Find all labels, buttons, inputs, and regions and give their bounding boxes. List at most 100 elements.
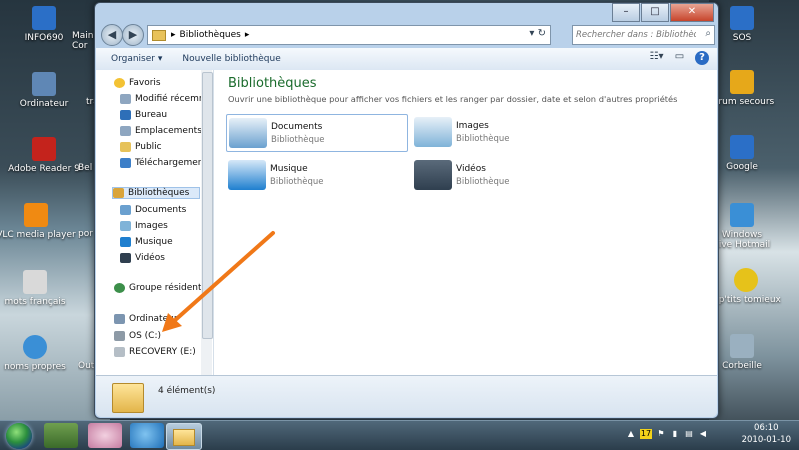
folder-icon (152, 29, 166, 41)
desktop-icon-label: VLC media player (0, 230, 76, 240)
clock-time: 06:10 (754, 423, 779, 433)
tray-expand-icon[interactable]: ▲ (626, 429, 636, 439)
scrollbar-thumb[interactable] (202, 72, 213, 339)
address-bar[interactable]: ▸ Bibliothèques ▸ ▾ ↻ (147, 25, 551, 45)
taskbar-app-1[interactable] (44, 423, 78, 448)
forward-button[interactable]: ▶ (122, 24, 144, 46)
nav-public[interactable]: Public (120, 142, 162, 152)
refresh-icon[interactable]: ▾ ↻ (529, 28, 546, 39)
internet-explorer-icon[interactable] (130, 423, 164, 448)
folder-icon (112, 383, 144, 413)
system-tray: ▲ 17 ⚑ ▮ ▤ ◀ (626, 429, 708, 439)
desktop-icon-mots-francais[interactable]: mots français (0, 270, 79, 307)
nav-homegroup[interactable]: Groupe résidentiel (114, 283, 212, 293)
maximize-button[interactable]: □ (641, 3, 669, 22)
recycle-bin-icon (730, 334, 754, 358)
nav-computer[interactable]: Ordinateur (114, 314, 178, 324)
help-icon[interactable]: ? (695, 51, 709, 65)
tray-device-icon[interactable]: ▮ (670, 429, 680, 439)
library-name: Musique (270, 163, 308, 174)
windows-live-icon (730, 203, 754, 227)
drive-icon (114, 331, 125, 341)
desktop-icon (120, 110, 131, 120)
nav-drive-c[interactable]: OS (C:) (114, 331, 161, 341)
nav-lib-music[interactable]: Musique (120, 237, 173, 247)
folder-icon (120, 142, 131, 152)
nav-drive-e[interactable]: RECOVERY (E:) (114, 347, 196, 357)
clock[interactable]: 06:10 2010-01-10 (742, 423, 791, 445)
desktop-icon-label: Windows Live Hotmail (713, 230, 771, 250)
clock-date: 2010-01-10 (741, 435, 791, 445)
start-button[interactable] (6, 423, 32, 449)
library-tile-images[interactable]: Images Bibliothèque (412, 114, 592, 150)
recent-places-icon (120, 126, 131, 136)
desktop-icon-noms-propres[interactable]: noms propres (0, 335, 79, 372)
library-name: Vidéos (456, 163, 486, 174)
nav-desktop[interactable]: Bureau (120, 110, 167, 120)
shortcut-icon (730, 135, 754, 159)
preview-pane-icon[interactable]: ▭ (672, 51, 687, 65)
page-subtitle: Ouvrir une bibliothèque pour afficher vo… (228, 94, 678, 104)
library-name: Documents (271, 121, 323, 132)
videos-icon (120, 253, 131, 263)
library-icon (113, 188, 124, 198)
close-button[interactable]: ✕ (670, 3, 714, 22)
title-buttons: – □ ✕ (611, 3, 714, 22)
download-icon (120, 158, 131, 168)
shortcut-icon (32, 6, 56, 30)
library-tile-music[interactable]: Musique Bibliothèque (226, 157, 406, 193)
library-name: Images (456, 120, 489, 131)
taskbar-app-2[interactable] (88, 423, 122, 448)
partial-label: Main Cor (72, 31, 94, 51)
search-input[interactable] (573, 26, 698, 44)
folder-icon (173, 429, 195, 446)
videos-icon (414, 160, 452, 190)
library-tile-videos[interactable]: Vidéos Bibliothèque (412, 157, 592, 193)
page-title: Bibliothèques (228, 76, 317, 91)
nav-lib-documents[interactable]: Documents (120, 205, 186, 215)
nav-lib-videos[interactable]: Vidéos (120, 253, 165, 263)
documents-icon (120, 205, 131, 215)
navigation-pane: Favoris Modifié récemment Bureau Emplace… (96, 70, 214, 375)
tray-badge[interactable]: 17 (640, 429, 652, 439)
nav-recent-places[interactable]: Emplacements réc (120, 126, 213, 136)
desktop-icon-adobe-reader[interactable]: Adobe Reader 9 (0, 137, 88, 174)
address-separator-trailing[interactable]: ▸ (245, 30, 250, 40)
library-type: Bibliothèque (271, 134, 325, 145)
desktop-icon-label: Ordinateur (19, 99, 69, 109)
desktop-icon-ordinateur[interactable]: Ordinateur (0, 72, 88, 109)
music-icon (228, 160, 266, 190)
nav-recent[interactable]: Modifié récemment (120, 94, 213, 104)
search-box[interactable]: ⌕ (572, 25, 715, 45)
organize-button[interactable]: Organiser ▾ (111, 54, 162, 64)
tray-volume-icon[interactable]: ◀ (698, 429, 708, 439)
nav-libraries[interactable]: Bibliothèques (112, 187, 201, 199)
desktop-icon-label: Adobe Reader 9 (8, 164, 80, 174)
vlc-icon (24, 203, 48, 227)
tray-network-icon[interactable]: ▤ (684, 429, 694, 439)
search-icon[interactable]: ⌕ (705, 28, 711, 39)
recent-icon (120, 94, 131, 104)
view-options-icon[interactable]: ☷▾ (649, 51, 664, 65)
nav-favorites[interactable]: Favoris (114, 78, 161, 88)
desktop-icon-label: noms propres (4, 362, 66, 372)
nav-lib-images[interactable]: Images (120, 221, 168, 231)
new-library-button[interactable]: Nouvelle bibliothèque (182, 54, 280, 64)
explorer-window: – □ ✕ ◀ ▶ ▸ Bibliothèques ▸ ▾ ↻ ⌕ Organi… (94, 2, 719, 419)
back-button[interactable]: ◀ (101, 24, 123, 46)
explorer-taskbar-button[interactable] (166, 423, 202, 450)
desktop-icon-vlc[interactable]: VLC media player (0, 203, 80, 240)
address-separator: ▸ (171, 30, 176, 40)
address-path[interactable]: Bibliothèques (180, 30, 241, 40)
library-type: Bibliothèque (456, 176, 510, 187)
images-icon (120, 221, 131, 231)
tray-flag-icon[interactable]: ⚑ (656, 429, 666, 439)
navigation-scrollbar[interactable] (201, 70, 213, 375)
documents-icon (229, 118, 267, 148)
minimize-button[interactable]: – (612, 3, 640, 22)
shortcut-icon (730, 70, 754, 94)
library-tile-documents[interactable]: Documents Bibliothèque (226, 114, 408, 152)
nav-downloads[interactable]: Téléchargements (120, 158, 212, 168)
library-type: Bibliothèque (456, 133, 510, 144)
drive-icon (114, 347, 125, 357)
